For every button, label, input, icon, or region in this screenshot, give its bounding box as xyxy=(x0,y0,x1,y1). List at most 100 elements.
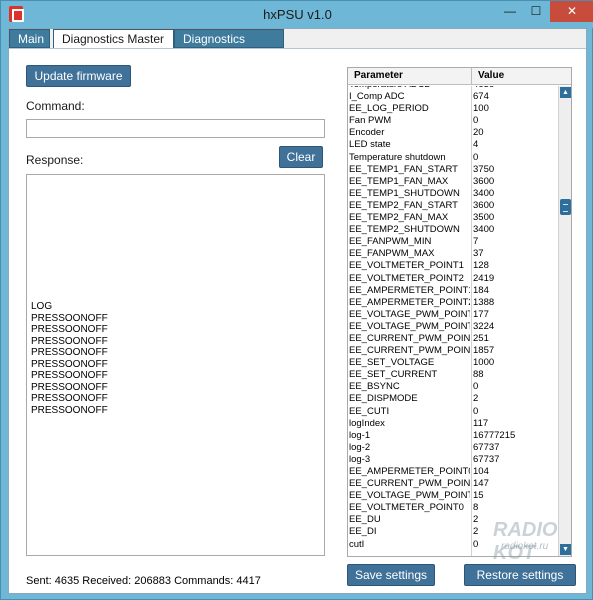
value-cell[interactable]: 184 xyxy=(473,285,489,297)
value-cell[interactable]: 37 xyxy=(473,248,484,260)
table-row[interactable]: EE_TEMP2_FAN_START 3600 xyxy=(348,200,558,212)
value-cell[interactable]: 104 xyxy=(473,466,489,478)
value-cell[interactable]: 1000 xyxy=(473,357,494,369)
value-column-header[interactable]: Value xyxy=(472,68,571,85)
value-cell[interactable]: 67737 xyxy=(473,442,499,454)
parameter-cell: EE_DISPMODE xyxy=(349,393,418,405)
response-textarea[interactable]: LOG PRESSOONOFF PRESSOONOFF PRESSOONOFF … xyxy=(26,174,325,556)
value-cell[interactable]: 3400 xyxy=(473,188,494,200)
value-cell[interactable]: 177 xyxy=(473,309,489,321)
parameter-cell: EE_TEMP1_FAN_START xyxy=(349,163,458,175)
value-cell[interactable]: 1388 xyxy=(473,297,494,309)
table-row[interactable]: EE_TEMP2_FAN_MAX 3500 xyxy=(348,212,558,224)
table-row[interactable]: EE_FANPWM_MAX 37 xyxy=(348,248,558,260)
tab-main[interactable]: Main xyxy=(9,29,50,48)
value-cell[interactable]: 16777215 xyxy=(473,430,515,442)
value-cell[interactable]: 2 xyxy=(473,393,478,405)
minimize-button[interactable]: — xyxy=(497,1,523,22)
parameter-cell: EE_AMPERMETER_POINT0 xyxy=(349,466,470,477)
title-bar[interactable]: hxPSU v1.0 — ☐ ✕ xyxy=(1,1,593,28)
clear-button[interactable]: Clear xyxy=(279,146,323,168)
value-cell[interactable]: 8 xyxy=(473,502,478,514)
value-cell[interactable]: 2 xyxy=(473,526,478,538)
table-row[interactable]: EE_LOG_PERIOD 100 xyxy=(348,103,558,115)
parameter-cell: cutI xyxy=(349,538,365,550)
table-row[interactable]: log-3 67737 xyxy=(348,454,558,466)
value-cell[interactable]: 0 xyxy=(473,152,478,164)
value-cell[interactable]: 3750 xyxy=(473,164,494,176)
close-button[interactable]: ✕ xyxy=(550,1,593,22)
table-row[interactable]: EE_TEMP1_SHUTDOWN 3400 xyxy=(348,188,558,200)
table-row[interactable]: EE_VOLTAGE_PWM_POINT0 15 xyxy=(348,490,558,502)
value-cell[interactable]: 147 xyxy=(473,478,489,490)
table-row[interactable]: EE_CURRENT_PWM_POINT2 1857 xyxy=(348,345,558,357)
command-input[interactable] xyxy=(26,119,325,138)
table-row[interactable]: logIndex 117 xyxy=(348,418,558,430)
table-row[interactable]: EE_VOLTMETER_POINT2 2419 xyxy=(348,273,558,285)
grid-scrollbar[interactable]: ▲ ▼ xyxy=(558,86,571,556)
save-settings-button[interactable]: Save settings xyxy=(347,564,435,586)
tab-diagnostics-master[interactable]: Diagnostics Master xyxy=(53,29,174,49)
value-cell[interactable]: 67737 xyxy=(473,454,499,466)
update-firmware-button[interactable]: Update firmware xyxy=(26,65,131,87)
table-row[interactable]: EE_VOLTAGE_PWM_POINT2 3224 xyxy=(348,321,558,333)
maximize-button[interactable]: ☐ xyxy=(523,1,549,22)
value-cell[interactable]: 0 xyxy=(473,115,478,127)
table-row[interactable]: EE_AMPERMETER_POINT0 104 xyxy=(348,466,558,478)
watermark-url: radiokot.ru xyxy=(501,541,549,552)
table-row[interactable]: LED state 4 xyxy=(348,139,558,151)
table-row[interactable]: EE_SET_CURRENT 88 xyxy=(348,369,558,381)
value-cell[interactable]: 3500 xyxy=(473,212,494,224)
parameter-cell: Fan PWM xyxy=(349,115,392,127)
table-row[interactable]: EE_TEMP1_FAN_MAX 3600 xyxy=(348,176,558,188)
value-cell[interactable]: 2 xyxy=(473,514,478,526)
parameter-cell: I_Comp ADC xyxy=(349,91,405,103)
table-row[interactable]: Encoder 20 xyxy=(348,127,558,139)
value-cell[interactable]: 0 xyxy=(473,539,478,551)
table-row[interactable]: EE_CURRENT_PWM_POINT1 251 xyxy=(348,333,558,345)
value-cell[interactable]: 20 xyxy=(473,127,484,139)
value-cell[interactable]: 3400 xyxy=(473,224,494,236)
table-row[interactable]: log-2 67737 xyxy=(348,442,558,454)
table-row[interactable]: EE_AMPERMETER_POINT1 184 xyxy=(348,285,558,297)
table-row[interactable]: Fan PWM 0 xyxy=(348,115,558,127)
tab-diagnostics-slave[interactable]: Diagnostics Slave xyxy=(174,29,284,64)
value-cell[interactable]: 251 xyxy=(473,333,489,345)
table-row[interactable]: log-1 16777215 xyxy=(348,430,558,442)
table-row[interactable]: EE_DISPMODE 2 xyxy=(348,393,558,405)
scroll-thumb[interactable] xyxy=(560,199,571,215)
value-cell[interactable]: 1857 xyxy=(473,345,494,357)
parameter-cell: EE_VOLTMETER_POINT0 xyxy=(349,502,464,514)
table-row[interactable]: EE_VOLTAGE_PWM_POINT1 177 xyxy=(348,309,558,321)
table-row[interactable]: EE_SET_VOLTAGE 1000 xyxy=(348,357,558,369)
table-row[interactable]: EE_VOLTMETER_POINT0 8 xyxy=(348,502,558,514)
value-cell[interactable]: 7 xyxy=(473,236,478,248)
value-cell[interactable]: 100 xyxy=(473,103,489,115)
value-cell[interactable]: 88 xyxy=(473,369,484,381)
value-cell[interactable]: 0 xyxy=(473,381,478,393)
value-cell[interactable]: 15 xyxy=(473,490,484,502)
scroll-up-icon[interactable]: ▲ xyxy=(560,87,571,98)
restore-settings-button[interactable]: Restore settings xyxy=(464,564,576,586)
table-row[interactable]: EE_CURRENT_PWM_POINT0 147 xyxy=(348,478,558,490)
value-cell[interactable]: 117 xyxy=(473,418,488,430)
parameter-column-header[interactable]: Parameter xyxy=(348,68,472,85)
table-row[interactable]: EE_TEMP2_SHUTDOWN 3400 xyxy=(348,224,558,236)
value-cell[interactable]: 3600 xyxy=(473,176,494,188)
value-cell[interactable]: 4 xyxy=(473,139,478,151)
value-cell[interactable]: 2419 xyxy=(473,273,494,285)
table-row[interactable]: I_Comp ADC 674 xyxy=(348,91,558,103)
value-cell[interactable]: 674 xyxy=(473,91,489,103)
parameters-grid[interactable]: Parameter Value Temperature ADC24636I_Co… xyxy=(347,67,572,557)
table-row[interactable]: EE_CUTI 0 xyxy=(348,406,558,418)
table-row[interactable]: EE_BSYNC 0 xyxy=(348,381,558,393)
value-cell[interactable]: 3600 xyxy=(473,200,494,212)
value-cell[interactable]: 128 xyxy=(473,260,489,272)
table-row[interactable]: EE_AMPERMETER_POINT2 1388 xyxy=(348,297,558,309)
table-row[interactable]: Temperature shutdown 0 xyxy=(348,152,558,164)
value-cell[interactable]: 0 xyxy=(473,406,478,418)
table-row[interactable]: EE_FANPWM_MIN 7 xyxy=(348,236,558,248)
table-row[interactable]: EE_VOLTMETER_POINT1 128 xyxy=(348,260,558,272)
table-row[interactable]: EE_TEMP1_FAN_START 3750 xyxy=(348,164,558,176)
value-cell[interactable]: 3224 xyxy=(473,321,494,333)
